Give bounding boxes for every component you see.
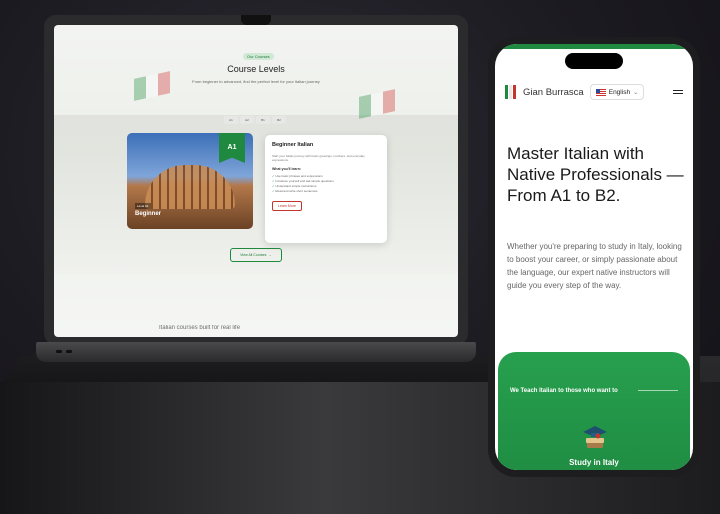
language-label: English [608,88,631,96]
section-title: Course Levels [227,64,285,74]
audience-label: We Teach Italian to those who want to [510,388,618,394]
arrow-right-icon: → [268,253,272,257]
colosseum-image [145,165,235,209]
level-tabs: A1 A2 B1 B2 [224,116,286,124]
course-title: Beginner Italian [272,142,314,148]
learn-heading: What you'll learn: [272,167,302,171]
course-card-info: Beginner Italian Start your Italian jour… [265,135,387,243]
phone: Gian Burrasca English ⌄ Master Italian w… [488,37,700,477]
tab-b2[interactable]: B2 [272,116,286,124]
learn-more-button[interactable]: Learn More [272,201,302,211]
chevron-down-icon: ⌄ [633,89,639,96]
card-label: Study in Italy [569,458,619,467]
section-badge: Our Courses [243,53,274,60]
italian-flag-icon [134,71,170,101]
top-accent-bar [495,44,693,49]
usb-port-icon [66,350,72,353]
section-subtitle: From beginner to advanced, find the perf… [192,79,320,84]
view-all-label: View All Courses [240,253,267,257]
hero-heading: Master Italian with Native Professionals… [507,144,684,205]
level-tag: Level A1 [135,203,151,209]
graduation-cap-icon [583,426,607,448]
tab-a2[interactable]: A2 [240,116,254,124]
tab-b1[interactable]: B1 [256,116,270,124]
brand-name[interactable]: Gian Burrasca [523,87,584,98]
phone-screen: Gian Burrasca English ⌄ Master Italian w… [495,44,693,470]
laptop-screen: Our Courses Course Levels From beginner … [54,25,458,337]
next-section-heading: Italian courses built for real life [159,325,241,331]
tab-a1[interactable]: A1 [224,116,238,124]
usb-port-icon [56,350,62,353]
phone-header: Gian Burrasca English ⌄ [505,84,683,100]
laptop: Our Courses Course Levels From beginner … [44,15,468,345]
course-description: Start your Italian journey with basic gr… [272,154,365,162]
list-item: Read and write short sentences [272,189,380,194]
hero-body: Whether you're preparing to study in Ita… [507,242,682,290]
learn-list: Use basic phrases and expressions Introd… [272,174,380,194]
level-name: Beginner [135,211,162,217]
laptop-notch [241,15,271,25]
hamburger-menu-icon[interactable] [673,89,683,95]
language-selector[interactable]: English ⌄ [589,84,645,100]
us-flag-icon [595,88,606,96]
dynamic-island [565,53,623,69]
laptop-base [36,342,476,362]
course-card-image: A1 Level A1 Beginner [127,133,253,229]
view-all-courses-button[interactable]: View All Courses → [230,248,282,262]
audience-section: We Teach Italian to those who want to St… [498,352,690,470]
level-ribbon: A1 [219,133,245,163]
brand-logo-icon[interactable] [505,85,517,99]
divider-line [638,390,678,391]
